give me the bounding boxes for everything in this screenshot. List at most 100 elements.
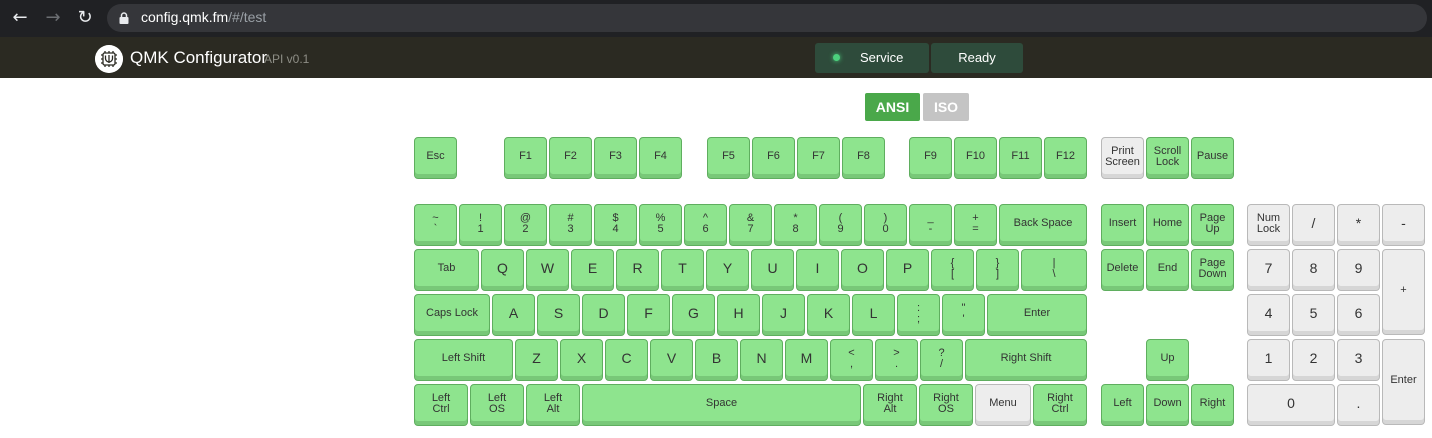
key-h[interactable]: H [717, 294, 760, 336]
key-f5[interactable]: F5 [707, 137, 750, 179]
key-m[interactable]: M [785, 339, 828, 381]
key-kp-0[interactable]: 0 [1247, 384, 1335, 426]
key-kp-9[interactable]: 9 [1337, 249, 1380, 291]
address-bar[interactable]: config.qmk.fm/#/test [107, 4, 1427, 32]
key-5[interactable]: % 5 [639, 204, 682, 246]
key-r[interactable]: R [616, 249, 659, 291]
key-page-down[interactable]: Page Down [1191, 249, 1234, 291]
key-kp-5[interactable]: 5 [1292, 294, 1335, 336]
key-enter[interactable]: Enter [987, 294, 1087, 336]
key-u[interactable]: U [751, 249, 794, 291]
key-f1[interactable]: F1 [504, 137, 547, 179]
key-left-os[interactable]: Left OS [470, 384, 524, 426]
key-space[interactable]: Space [582, 384, 861, 426]
key-scroll-lock[interactable]: Scroll Lock [1146, 137, 1189, 179]
key-kp-4[interactable]: 4 [1247, 294, 1290, 336]
key-right-bracket[interactable]: } ] [976, 249, 1019, 291]
key-left-alt[interactable]: Left Alt [526, 384, 580, 426]
key-pause[interactable]: Pause [1191, 137, 1234, 179]
key-left-ctrl[interactable]: Left Ctrl [414, 384, 468, 426]
key-left[interactable]: Left [1101, 384, 1144, 426]
key-f10[interactable]: F10 [954, 137, 997, 179]
key-f[interactable]: F [627, 294, 670, 336]
key-insert[interactable]: Insert [1101, 204, 1144, 246]
key-kp-minus[interactable]: - [1382, 204, 1425, 246]
arrow-left-icon[interactable]: ← [8, 7, 32, 29]
key-kp-2[interactable]: 2 [1292, 339, 1335, 381]
key-right[interactable]: Right [1191, 384, 1234, 426]
key-delete[interactable]: Delete [1101, 249, 1144, 291]
key-2[interactable]: @ 2 [504, 204, 547, 246]
key-w[interactable]: W [526, 249, 569, 291]
key-x[interactable]: X [560, 339, 603, 381]
key-f3[interactable]: F3 [594, 137, 637, 179]
key-equal[interactable]: + = [954, 204, 997, 246]
key-a[interactable]: A [492, 294, 535, 336]
key-left-shift[interactable]: Left Shift [414, 339, 513, 381]
key-kp-6[interactable]: 6 [1337, 294, 1380, 336]
key-l[interactable]: L [852, 294, 895, 336]
key-c[interactable]: C [605, 339, 648, 381]
key-backslash[interactable]: | \ [1021, 249, 1087, 291]
key-p[interactable]: P [886, 249, 929, 291]
key-8[interactable]: * 8 [774, 204, 817, 246]
key-end[interactable]: End [1146, 249, 1189, 291]
key-1[interactable]: ! 1 [459, 204, 502, 246]
ansi-layout-button[interactable]: ANSI [865, 93, 920, 121]
key-f12[interactable]: F12 [1044, 137, 1087, 179]
key-right-ctrl[interactable]: Right Ctrl [1033, 384, 1087, 426]
key-comma[interactable]: < , [830, 339, 873, 381]
key-f7[interactable]: F7 [797, 137, 840, 179]
key-home[interactable]: Home [1146, 204, 1189, 246]
key-slash[interactable]: ? / [920, 339, 963, 381]
key-v[interactable]: V [650, 339, 693, 381]
key-caps-lock[interactable]: Caps Lock [414, 294, 490, 336]
key-o[interactable]: O [841, 249, 884, 291]
key-period[interactable]: > . [875, 339, 918, 381]
key-kp-1[interactable]: 1 [1247, 339, 1290, 381]
key-n[interactable]: N [740, 339, 783, 381]
key-z[interactable]: Z [515, 339, 558, 381]
key-kp-7[interactable]: 7 [1247, 249, 1290, 291]
key-7[interactable]: & 7 [729, 204, 772, 246]
key-9[interactable]: ( 9 [819, 204, 862, 246]
key-tab[interactable]: Tab [414, 249, 479, 291]
key-kp-enter[interactable]: Enter [1382, 339, 1425, 425]
key-down[interactable]: Down [1146, 384, 1189, 426]
key-q[interactable]: Q [481, 249, 524, 291]
key-page-up[interactable]: Page Up [1191, 204, 1234, 246]
key-6[interactable]: ^ 6 [684, 204, 727, 246]
key-i[interactable]: I [796, 249, 839, 291]
key-g[interactable]: G [672, 294, 715, 336]
reload-icon[interactable]: ↻ [73, 7, 97, 29]
key-y[interactable]: Y [706, 249, 749, 291]
key-f11[interactable]: F11 [999, 137, 1042, 179]
key-f8[interactable]: F8 [842, 137, 885, 179]
key-quote[interactable]: " ' [942, 294, 985, 336]
key-minus[interactable]: _ - [909, 204, 952, 246]
key-3[interactable]: # 3 [549, 204, 592, 246]
key-f9[interactable]: F9 [909, 137, 952, 179]
key-backspace[interactable]: Back Space [999, 204, 1087, 246]
key-esc[interactable]: Esc [414, 137, 457, 179]
key-left-bracket[interactable]: { [ [931, 249, 974, 291]
key-grave[interactable]: ~ ` [414, 204, 457, 246]
key-kp-plus[interactable]: + [1382, 249, 1425, 335]
key-k[interactable]: K [807, 294, 850, 336]
key-f2[interactable]: F2 [549, 137, 592, 179]
arrow-right-icon[interactable]: → [41, 7, 65, 29]
key-kp-slash[interactable]: / [1292, 204, 1335, 246]
key-0[interactable]: ) 0 [864, 204, 907, 246]
key-f6[interactable]: F6 [752, 137, 795, 179]
key-print-screen[interactable]: Print Screen [1101, 137, 1144, 179]
key-s[interactable]: S [537, 294, 580, 336]
key-4[interactable]: $ 4 [594, 204, 637, 246]
key-semicolon[interactable]: : ; [897, 294, 940, 336]
key-e[interactable]: E [571, 249, 614, 291]
key-up[interactable]: Up [1146, 339, 1189, 381]
iso-layout-button[interactable]: ISO [923, 93, 969, 121]
key-right-os[interactable]: Right OS [919, 384, 973, 426]
key-b[interactable]: B [695, 339, 738, 381]
key-j[interactable]: J [762, 294, 805, 336]
key-kp-8[interactable]: 8 [1292, 249, 1335, 291]
